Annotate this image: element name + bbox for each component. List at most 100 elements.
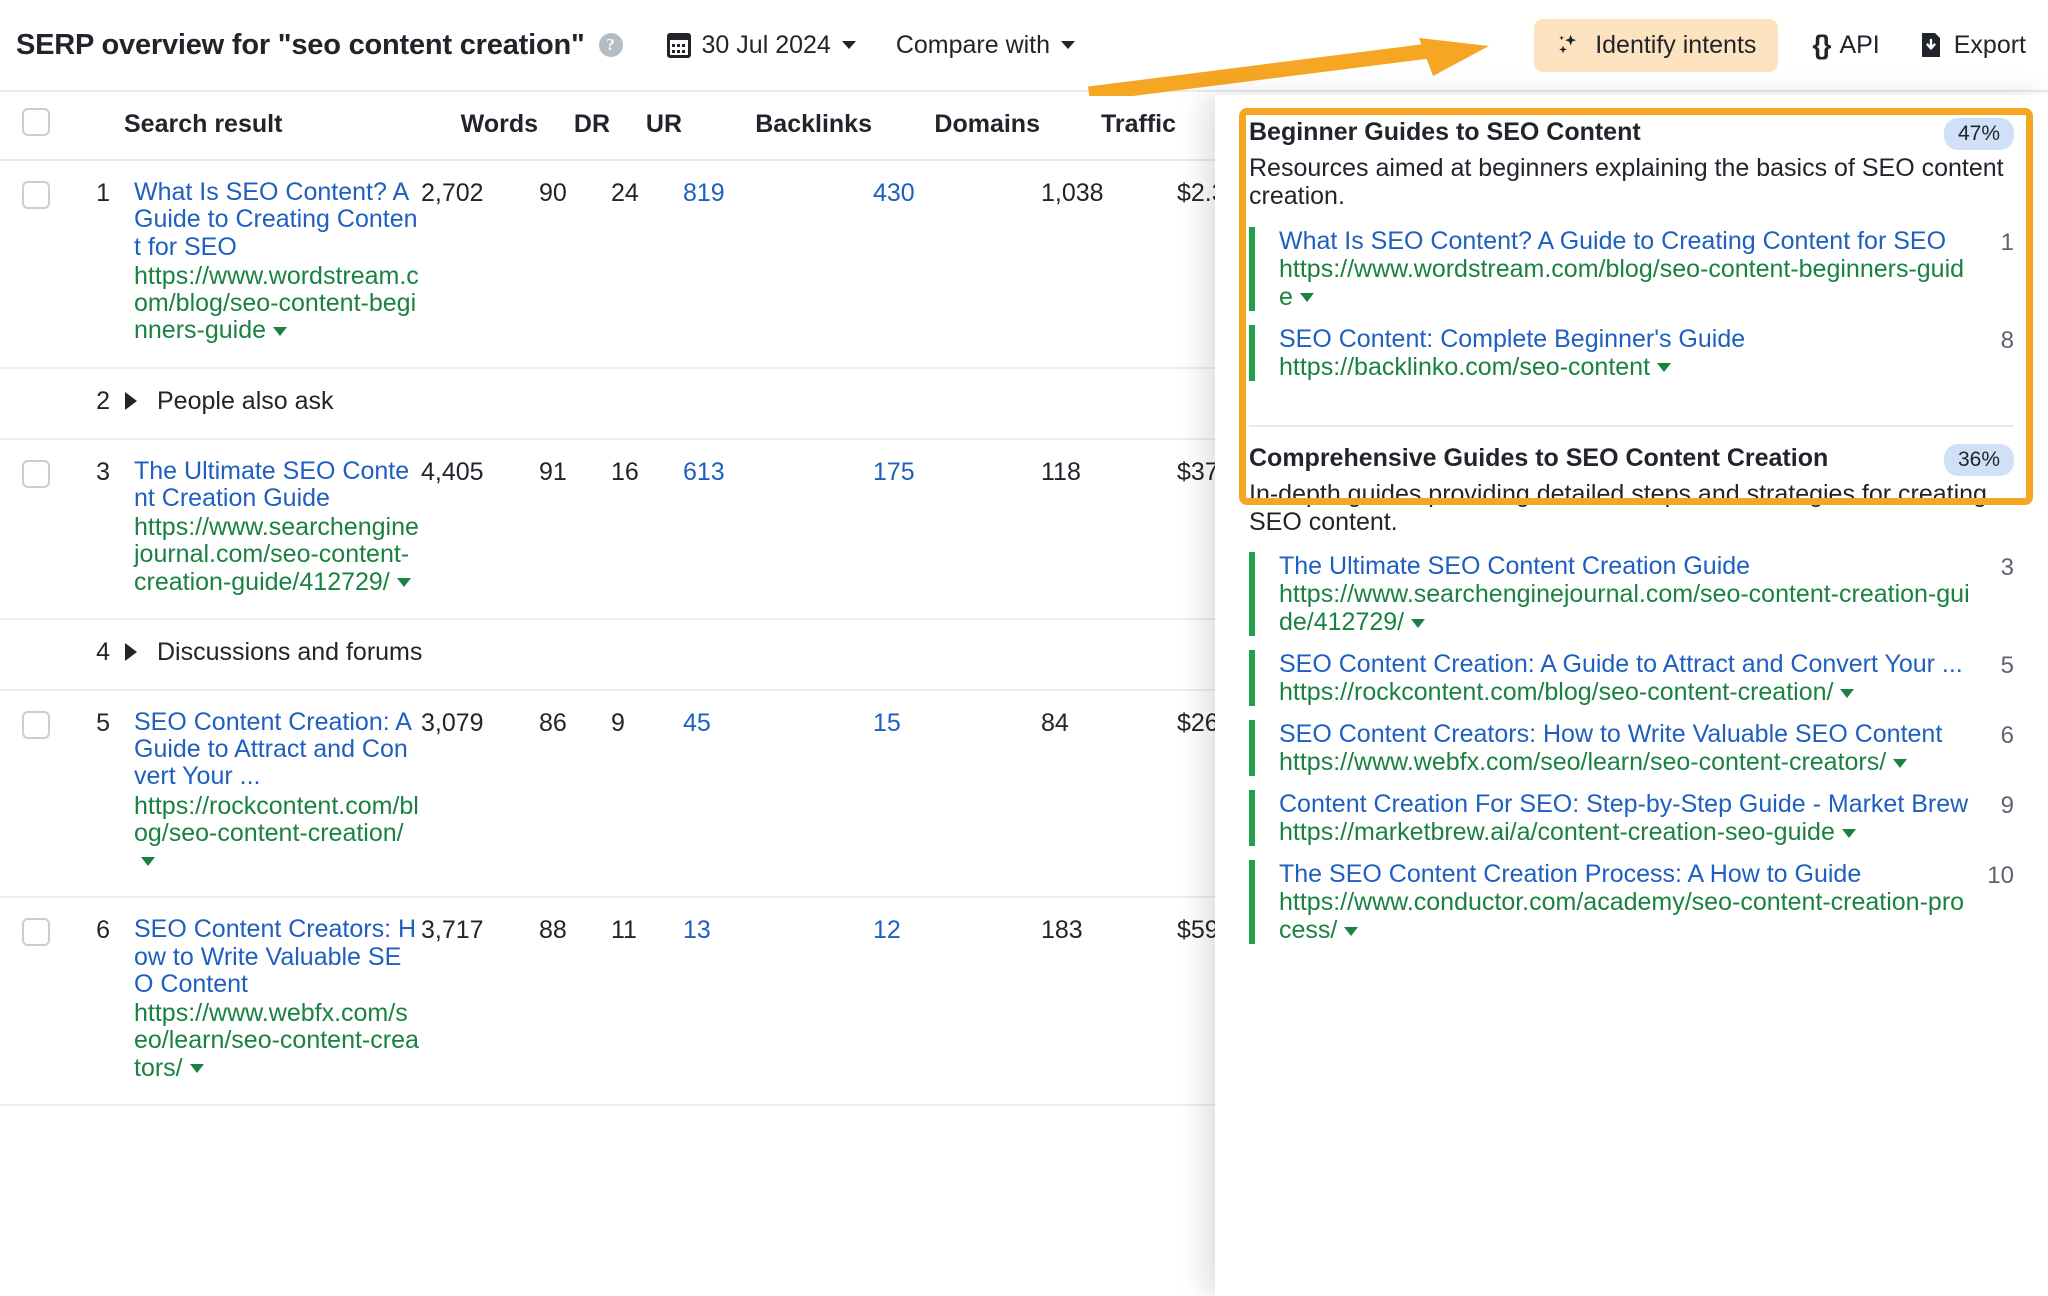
result-title-link[interactable]: SEO Content Creation: A Guide to Attract… xyxy=(134,708,419,791)
intent-result-item: SEO Content Creators: How to Write Valua… xyxy=(1249,720,2014,776)
search-result-cell: SEO Content Creators: How to Write Valua… xyxy=(124,897,420,1106)
intent-result-url[interactable]: https://marketbrew.ai/a/content-creation… xyxy=(1279,818,1976,846)
intent-result-title[interactable]: Content Creation For SEO: Step-by-Step G… xyxy=(1279,790,1976,818)
domains-link[interactable]: 430 xyxy=(873,179,915,207)
words-value: 2,702 xyxy=(420,160,538,369)
api-button[interactable]: {} API xyxy=(1812,30,1879,61)
intent-result-url[interactable]: https://www.searchenginejournal.com/seo-… xyxy=(1279,580,1976,636)
row-checkbox-cell xyxy=(0,618,72,691)
column-header-backlinks[interactable]: Backlinks xyxy=(682,90,872,161)
serp-feature-label: Discussions and forums xyxy=(157,637,423,666)
chevron-down-icon[interactable] xyxy=(1657,363,1672,373)
select-all-checkbox[interactable] xyxy=(22,108,50,136)
traffic-value: 118 xyxy=(1040,438,1176,620)
result-url-link[interactable]: https://rockcontent.com/blog/seo-content… xyxy=(134,792,419,875)
intent-result-url[interactable]: https://www.webfx.com/seo/learn/seo-cont… xyxy=(1279,748,1976,776)
intent-result-position: 5 xyxy=(2000,652,2014,679)
search-result-cell: What Is SEO Content? A Guide to Creating… xyxy=(124,160,420,369)
row-position: 5 xyxy=(72,689,124,899)
result-title-link[interactable]: SEO Content Creators: How to Write Valua… xyxy=(134,916,419,998)
result-url-link[interactable]: https://www.wordstream.com/blog/seo-cont… xyxy=(134,262,419,345)
intent-result-title[interactable]: SEO Content: Complete Beginner's Guide xyxy=(1279,325,1976,353)
backlinks-link[interactable]: 13 xyxy=(683,916,711,944)
intent-result-title[interactable]: SEO Content Creation: A Guide to Attract… xyxy=(1279,650,1976,678)
traffic-value: 84 xyxy=(1040,689,1176,899)
column-header-traffic[interactable]: Traffic xyxy=(1040,90,1176,161)
intent-result-main: Content Creation For SEO: Step-by-Step G… xyxy=(1279,790,1976,846)
help-icon[interactable]: ? xyxy=(598,33,623,57)
intent-share-badge: 36% xyxy=(1943,443,2014,476)
column-header-words[interactable]: Words xyxy=(420,90,538,161)
intent-result-url[interactable]: https://backlinko.com/seo-content xyxy=(1279,353,1976,381)
intent-result-position: 6 xyxy=(2000,722,2014,749)
chevron-down-icon[interactable] xyxy=(189,1064,204,1074)
dr-value: 86 xyxy=(538,689,610,899)
row-checkbox[interactable] xyxy=(22,710,50,739)
intent-result-title[interactable]: The SEO Content Creation Process: A How … xyxy=(1279,860,1976,888)
domains-value: 12 xyxy=(872,897,1040,1106)
intent-result-position: 9 xyxy=(2000,792,2014,819)
ur-value: 16 xyxy=(610,438,682,620)
intent-result-url[interactable]: https://www.conductor.com/academy/seo-co… xyxy=(1279,888,1976,944)
domains-link[interactable]: 15 xyxy=(873,709,901,737)
column-header-ur[interactable]: UR xyxy=(610,90,682,161)
column-header-search-result[interactable]: Search result xyxy=(124,90,420,161)
chevron-down-icon[interactable] xyxy=(141,856,155,866)
expand-triangle-icon[interactable] xyxy=(125,643,137,662)
backlinks-value: 45 xyxy=(682,689,872,899)
intent-result-title[interactable]: What Is SEO Content? A Guide to Creating… xyxy=(1279,227,1976,255)
intent-result-title[interactable]: The Ultimate SEO Content Creation Guide xyxy=(1279,552,1976,580)
backlinks-value: 819 xyxy=(682,160,872,369)
select-all-header xyxy=(0,90,72,161)
date-picker[interactable]: 30 Jul 2024 xyxy=(666,31,856,60)
expand-triangle-icon[interactable] xyxy=(125,392,137,410)
identify-intents-button[interactable]: Identify intents xyxy=(1534,18,1779,72)
chevron-down-icon[interactable] xyxy=(273,327,288,337)
identify-intents-panel: Beginner Guides to SEO Content 47% Resourc… xyxy=(1215,95,2048,1296)
search-result-cell: SEO Content Creation: A Guide to Attract… xyxy=(124,689,420,899)
export-label: Export xyxy=(1953,30,2026,59)
intent-header: Beginner Guides to SEO Content 47% xyxy=(1249,117,2014,150)
chevron-down-icon[interactable] xyxy=(1893,758,1908,768)
intent-results-list: The Ultimate SEO Content Creation Guide h… xyxy=(1249,552,2014,944)
compare-with-dropdown[interactable]: Compare with xyxy=(896,31,1076,60)
top-toolbar: SERP overview for "seo content creation"… xyxy=(0,0,2048,90)
chevron-down-icon[interactable] xyxy=(1411,618,1426,628)
row-checkbox[interactable] xyxy=(22,459,50,488)
result-url-link[interactable]: https://www.searchenginejournal.com/seo-… xyxy=(134,513,419,596)
intent-result-item: SEO Content Creation: A Guide to Attract… xyxy=(1249,650,2014,706)
chevron-down-icon[interactable] xyxy=(396,578,411,588)
domains-link[interactable]: 12 xyxy=(873,916,901,944)
row-position: 4 xyxy=(72,618,124,691)
chevron-down-icon[interactable] xyxy=(1841,828,1856,838)
intent-result-url[interactable]: https://www.wordstream.com/blog/seo-cont… xyxy=(1279,255,1976,311)
backlinks-value: 613 xyxy=(682,438,872,620)
intent-result-url[interactable]: https://rockcontent.com/blog/seo-content… xyxy=(1279,678,1976,706)
intent-group-description: In-depth guides providing detailed steps… xyxy=(1249,479,1987,536)
api-label: API xyxy=(1839,30,1880,59)
chevron-down-icon[interactable] xyxy=(1344,926,1359,936)
dr-value: 91 xyxy=(538,438,610,620)
column-header-domains[interactable]: Domains xyxy=(872,90,1040,161)
backlinks-link[interactable]: 45 xyxy=(683,709,711,737)
intent-result-position: 3 xyxy=(2000,554,2014,581)
result-title-link[interactable]: The Ultimate SEO Content Creation Guide xyxy=(134,457,419,513)
row-checkbox[interactable] xyxy=(22,918,50,947)
export-button[interactable]: Export xyxy=(1920,31,2026,60)
chevron-down-icon[interactable] xyxy=(1299,293,1314,303)
backlinks-link[interactable]: 613 xyxy=(683,458,725,486)
column-header-dr[interactable]: DR xyxy=(538,90,610,161)
backlinks-link[interactable]: 819 xyxy=(683,179,725,207)
chevron-down-icon[interactable] xyxy=(1840,688,1855,698)
intent-result-item: What Is SEO Content? A Guide to Creating… xyxy=(1249,226,2014,311)
intent-result-main: SEO Content: Complete Beginner's Guide ht… xyxy=(1279,325,1976,381)
row-checkbox[interactable] xyxy=(22,181,50,209)
divider xyxy=(1249,424,2014,427)
intent-group: Comprehensive Guides to SEO Content Crea… xyxy=(1215,395,2048,944)
row-position: 1 xyxy=(72,160,124,369)
result-title-link[interactable]: What Is SEO Content? A Guide to Creating… xyxy=(134,178,419,261)
domains-link[interactable]: 175 xyxy=(873,458,915,486)
row-checkbox-cell xyxy=(0,160,72,369)
intent-result-title[interactable]: SEO Content Creators: How to Write Valua… xyxy=(1279,720,1976,748)
result-url-link[interactable]: https://www.webfx.com/seo/learn/seo-cont… xyxy=(134,999,419,1082)
